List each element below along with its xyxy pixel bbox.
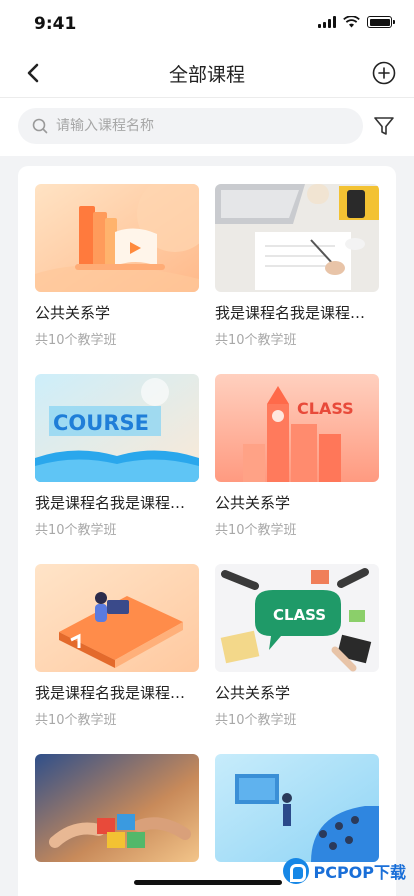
plus-circle-icon: [372, 61, 396, 85]
course-thumb-text: CLASS: [273, 606, 326, 624]
course-class-count: 共10个教学班: [35, 333, 117, 348]
course-class-count: 共10个教学班: [35, 713, 117, 728]
course-name: 我是课程名我是课程名我是课程名: [35, 684, 199, 702]
wifi-icon: [343, 16, 360, 28]
course-thumbnail-reader-book: [35, 564, 199, 672]
status-time: 9:41: [34, 14, 77, 34]
course-card[interactable]: 我是课程名我是课程名我是课程名 共10个教学班: [35, 564, 199, 732]
home-indicator[interactable]: [134, 880, 282, 885]
course-thumbnail-class-bubble: CLASS: [215, 564, 379, 672]
status-icons: [318, 16, 395, 28]
battery-icon: [367, 16, 395, 28]
course-name: 公共关系学: [215, 494, 291, 512]
course-card[interactable]: CLASS 公共关系学 共10个教学班: [215, 564, 379, 732]
course-thumb-text: COURSE: [53, 411, 149, 435]
course-grid: 公共关系学 共10个教学班 我是课程名我是课程名我 共10个教学班 COURSE…: [35, 184, 379, 896]
course-thumbnail-course-book: COURSE: [35, 374, 199, 482]
course-class-count: 共10个教学班: [35, 523, 117, 538]
course-list-panel: 公共关系学 共10个教学班 我是课程名我是课程名我 共10个教学班 COURSE…: [18, 166, 396, 896]
filter-button[interactable]: [372, 114, 396, 138]
course-thumb-text: CLASS: [297, 399, 354, 418]
status-bar: 9:41: [0, 0, 414, 48]
watermark-text: PCPOP下载: [313, 863, 406, 882]
search-input[interactable]: [56, 118, 336, 134]
nav-bar: 全部课程: [0, 48, 414, 98]
course-card[interactable]: [35, 754, 199, 896]
course-card[interactable]: CLASS 公共关系学 共10个教学班: [215, 374, 379, 542]
course-thumbnail-books-orange: [35, 184, 199, 292]
course-name: 公共关系学: [215, 684, 291, 702]
search-icon: [32, 118, 48, 134]
course-name: 我是课程名我是课程名我是课程名: [35, 494, 199, 512]
course-card[interactable]: 公共关系学 共10个教学班: [35, 184, 199, 352]
search-row: [0, 98, 414, 156]
pcpop-logo-icon: [283, 858, 310, 884]
filter-icon: [374, 117, 394, 135]
course-class-count: 共10个教学班: [215, 333, 297, 348]
course-thumbnail-puzzle-hands: [35, 754, 199, 862]
course-class-count: 共10个教学班: [215, 713, 297, 728]
course-name: 我是课程名我是课程名我是课程名: [215, 304, 379, 322]
course-card[interactable]: 我是课程名我是课程名我是课程名 共10个教学班: [215, 184, 379, 352]
course-card[interactable]: COURSE 我是课程名我是课程名我是课程名 共10个教学班: [35, 374, 199, 542]
signal-icon: [318, 16, 336, 28]
course-class-count: 共10个教学班: [215, 523, 297, 538]
add-course-button[interactable]: [370, 59, 398, 87]
course-thumbnail-class-city: CLASS: [215, 374, 379, 482]
search-box[interactable]: [18, 108, 363, 144]
watermark: PCPOP下载: [283, 858, 406, 884]
course-name: 公共关系学: [35, 304, 111, 322]
course-thumbnail-desk-laptop: [215, 184, 379, 292]
page-title: 全部课程: [168, 64, 245, 86]
course-thumbnail-presentation: [215, 754, 379, 862]
